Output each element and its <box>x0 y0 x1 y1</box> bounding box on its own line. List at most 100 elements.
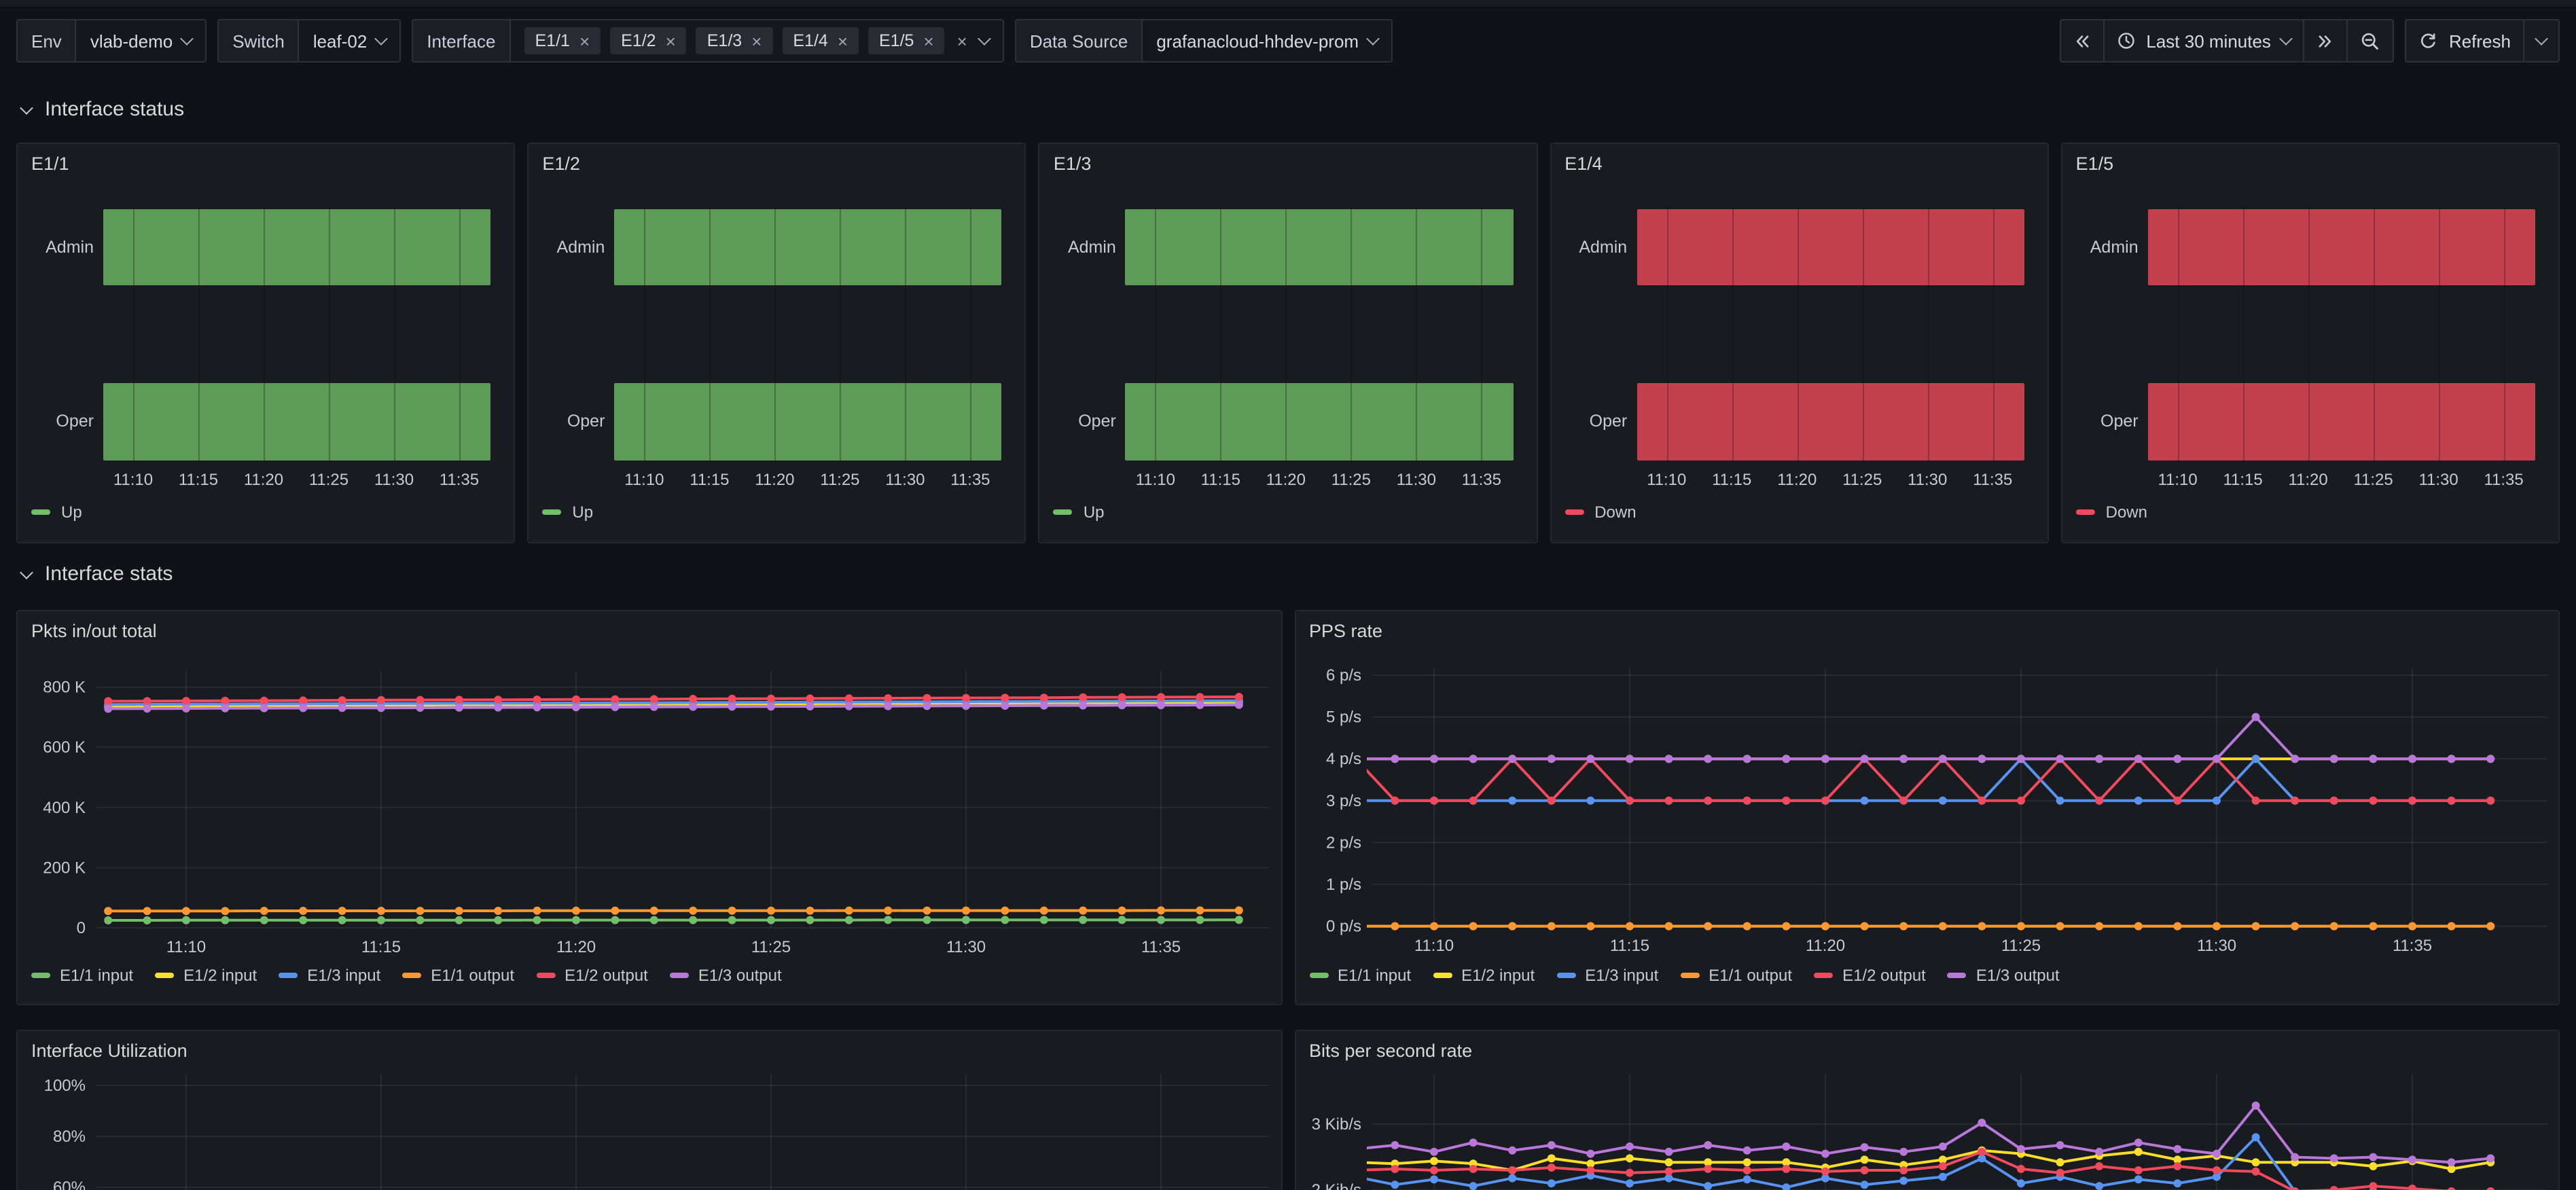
gridline <box>2439 206 2440 462</box>
gridline <box>905 206 906 462</box>
interface-tag[interactable]: E1/4 × <box>782 27 859 54</box>
oper-state-bar <box>103 383 490 461</box>
legend-label: E1/1 input <box>60 966 133 985</box>
section-interface-status[interactable]: Interface status <box>22 98 184 121</box>
utilization-chart: 100%80%60% <box>18 1031 1281 1190</box>
panel-title[interactable]: E1/1 <box>31 154 69 174</box>
close-icon[interactable]: × <box>751 32 762 50</box>
switch-label: Switch <box>219 20 300 61</box>
svg-text:11:20: 11:20 <box>1805 937 1844 955</box>
legend-item-e1-1-output[interactable]: E1/1 output <box>1680 966 1792 985</box>
svg-text:800 K: 800 K <box>43 679 86 697</box>
legend-item-e1-3-input[interactable]: E1/3 input <box>1556 966 1658 985</box>
legend-label: E1/1 input <box>1338 966 1411 985</box>
section-interface-stats[interactable]: Interface stats <box>22 562 173 585</box>
gridline <box>644 206 645 462</box>
time-shift-forward-button[interactable] <box>2305 20 2348 61</box>
legend-item-e1-1-output[interactable]: E1/1 output <box>402 966 514 985</box>
legend-label: Up <box>1084 503 1105 522</box>
tag-label: E1/3 <box>707 31 742 50</box>
var-env: Env vlab-demo <box>16 19 207 62</box>
legend-item-e1-2-input[interactable]: E1/2 input <box>155 966 257 985</box>
panel-title[interactable]: Bits per second rate <box>1309 1041 1472 1061</box>
legend-item-e1-2-output[interactable]: E1/2 output <box>1814 966 1926 985</box>
clock-icon <box>2116 31 2135 50</box>
x-tick-label: 11:30 <box>2406 470 2471 489</box>
legend[interactable]: Down <box>1564 503 1636 522</box>
x-tick-label: 11:30 <box>872 470 937 489</box>
panel-title[interactable]: E1/2 <box>542 154 580 174</box>
legend[interactable]: Up <box>31 503 82 522</box>
x-tick-label: 11:15 <box>166 470 231 489</box>
legend-dot <box>402 973 421 978</box>
legend-item-e1-2-input[interactable]: E1/2 input <box>1433 966 1535 985</box>
chevron-down-icon <box>978 31 991 45</box>
svg-text:5 p/s: 5 p/s <box>1325 708 1361 727</box>
svg-text:11:30: 11:30 <box>2196 937 2236 955</box>
panel-pps-rate: PPS rate 0 p/s1 p/s2 p/s3 p/s4 p/s5 p/s6… <box>1294 610 2560 1005</box>
svg-text:11:10: 11:10 <box>166 938 206 956</box>
panel-title[interactable]: E1/3 <box>1054 154 1092 174</box>
interface-multiselect[interactable]: E1/1 × E1/2 × E1/3 × E1/4 × E1/5 × <box>511 20 1003 61</box>
oper-state-bar <box>614 383 1001 461</box>
gridline <box>774 206 776 462</box>
svg-text:200 K: 200 K <box>43 859 86 877</box>
gridline <box>2178 206 2179 462</box>
gridline <box>1992 206 1994 462</box>
gridline <box>1156 206 1157 462</box>
refresh-button[interactable]: Refresh <box>2407 20 2524 61</box>
svg-text:6 p/s: 6 p/s <box>1325 666 1361 685</box>
datasource-select[interactable]: grafanacloud-hhdev-prom <box>1143 20 1391 61</box>
PPS rate-plot: 0 p/s1 p/s2 p/s3 p/s4 p/s5 p/s6 p/s11:10… <box>1295 611 2560 1005</box>
time-range-group: Last 30 minutes <box>2059 19 2395 62</box>
interface-tag[interactable]: E1/1 × <box>524 27 601 54</box>
legend-dot <box>279 973 298 978</box>
close-icon[interactable]: × <box>838 32 848 50</box>
close-icon[interactable]: × <box>923 32 933 50</box>
legend-item-e1-1-input[interactable]: E1/1 input <box>1309 966 1411 985</box>
legend-item-e1-3-output[interactable]: E1/3 output <box>670 966 782 985</box>
svg-text:60%: 60% <box>53 1178 86 1190</box>
datasource-label: Data Source <box>1016 20 1143 61</box>
gridline <box>329 206 330 462</box>
panel-title[interactable]: Interface Utilization <box>31 1041 187 1061</box>
env-select[interactable]: vlab-demo <box>77 20 205 61</box>
x-tick-label: 11:25 <box>1829 470 1895 489</box>
zoom-out-button[interactable] <box>2348 20 2393 61</box>
x-tick-label: 11:15 <box>2211 470 2276 489</box>
close-icon[interactable]: × <box>579 32 590 50</box>
svg-text:11:35: 11:35 <box>2392 937 2431 955</box>
panel-title[interactable]: PPS rate <box>1309 621 1382 641</box>
interface-tag[interactable]: E1/2 × <box>610 27 687 54</box>
interface-tag[interactable]: E1/5 × <box>868 27 945 54</box>
Interface Utilization-plot: 100%80%60% <box>18 1031 1282 1190</box>
legend-item-e1-3-output[interactable]: E1/3 output <box>1948 966 2060 985</box>
status-panels-row: E1/1 Admin Oper 11:1011:1511:2011:2511:3… <box>16 143 2560 543</box>
refresh-interval-dropdown[interactable] <box>2524 20 2558 61</box>
legend[interactable]: Up <box>1054 503 1105 522</box>
tag-label: E1/2 <box>621 31 656 50</box>
panel-title[interactable]: E1/5 <box>2076 154 2114 174</box>
legend-item-e1-3-input[interactable]: E1/3 input <box>279 966 380 985</box>
time-shift-back-button[interactable] <box>2060 20 2104 61</box>
legend-item-e1-2-output[interactable]: E1/2 output <box>536 966 648 985</box>
close-icon[interactable]: × <box>666 32 676 50</box>
clear-all-icon[interactable]: × <box>954 31 970 51</box>
gridline <box>198 206 200 462</box>
interface-tag[interactable]: E1/3 × <box>696 27 773 54</box>
legend-item-e1-1-input[interactable]: E1/1 input <box>31 966 133 985</box>
panel-title[interactable]: Pkts in/out total <box>31 621 157 641</box>
x-tick-label: 11:10 <box>2145 470 2211 489</box>
svg-text:0 p/s: 0 p/s <box>1325 918 1361 936</box>
time-range-picker[interactable]: Last 30 minutes <box>2104 20 2305 61</box>
x-tick-label: 11:25 <box>2341 470 2406 489</box>
legend[interactable]: Up <box>542 503 593 522</box>
gridline <box>1482 206 1483 462</box>
legend[interactable]: Down <box>2076 503 2147 522</box>
legend-dot <box>1433 973 1452 978</box>
panel-e1-2: E1/2 Admin Oper 11:1011:1511:2011:2511:3… <box>527 143 1026 543</box>
switch-select[interactable]: leaf-02 <box>300 20 400 61</box>
x-tick-label: 11:30 <box>361 470 427 489</box>
tag-label: E1/4 <box>793 31 827 50</box>
panel-title[interactable]: E1/4 <box>1564 154 1603 174</box>
